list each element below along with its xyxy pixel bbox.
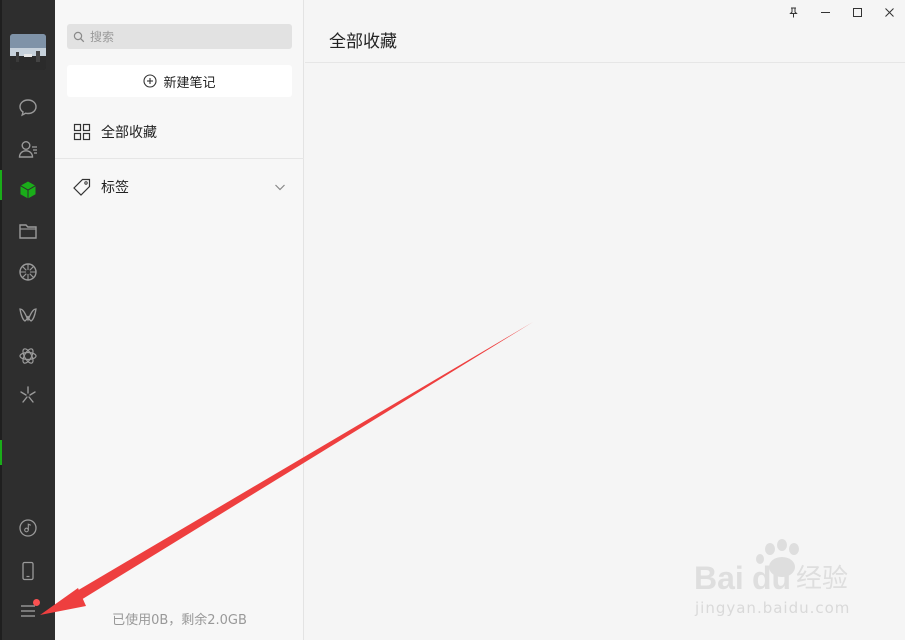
- search-placeholder: 搜索: [90, 30, 115, 44]
- mini-programs-icon[interactable]: [14, 342, 42, 370]
- avatar[interactable]: [10, 34, 46, 70]
- active-indicator: [0, 170, 2, 200]
- maximize-icon: [852, 7, 862, 17]
- minimize-icon: [820, 11, 830, 13]
- nav-tags-label: 标签: [101, 180, 129, 196]
- nav-tags[interactable]: 标签: [55, 167, 304, 207]
- notification-dot: [33, 599, 40, 606]
- new-note-label: 新建笔记: [163, 75, 216, 91]
- watermark-logo-a: Bai: [694, 560, 744, 596]
- favorites-panel: 搜索 新建笔记 全部收藏 标签 已使用0B，剩余2.0GB: [55, 0, 304, 640]
- files-icon[interactable]: [14, 217, 42, 245]
- close-button[interactable]: [873, 0, 905, 24]
- minimize-button[interactable]: [809, 0, 841, 24]
- new-note-button[interactable]: 新建笔记: [67, 65, 292, 97]
- grid-icon: [73, 123, 91, 141]
- app-window: 搜索 新建笔记 全部收藏 标签 已使用0B，剩余2.0GB 全部收藏 Bai d…: [0, 0, 905, 640]
- pin-button[interactable]: [777, 0, 809, 24]
- maximize-button[interactable]: [841, 0, 873, 24]
- search-input[interactable]: 搜索: [67, 24, 292, 49]
- watermark-logo-b: du: [752, 560, 791, 596]
- nav-all-favorites-label: 全部收藏: [101, 125, 157, 141]
- favorites-icon[interactable]: [14, 176, 42, 204]
- storage-usage: 已使用0B，剩余2.0GB: [112, 613, 247, 628]
- watermark-url: jingyan.baidu.com: [695, 599, 851, 617]
- close-icon: [884, 7, 894, 17]
- sidebar-rail: [0, 0, 55, 640]
- channels-icon[interactable]: [14, 301, 42, 329]
- contacts-icon[interactable]: [14, 135, 42, 163]
- rail-accent-lower: [0, 440, 2, 465]
- search-icon: [73, 31, 85, 42]
- avatar-image: [10, 34, 46, 70]
- divider: [55, 158, 304, 159]
- chat-icon[interactable]: [14, 94, 42, 122]
- music-icon[interactable]: [14, 514, 42, 542]
- phone-icon[interactable]: [14, 557, 42, 585]
- window-controls: [777, 0, 905, 24]
- title-divider: [305, 62, 905, 63]
- pin-icon: [788, 7, 798, 17]
- watermark-brand: 经验: [796, 564, 848, 594]
- rail-edge: [0, 0, 2, 640]
- moments-icon[interactable]: [14, 258, 42, 286]
- search-network-icon[interactable]: [14, 381, 42, 409]
- page-title: 全部收藏: [329, 32, 397, 52]
- nav-all-favorites[interactable]: 全部收藏: [55, 112, 304, 152]
- tag-icon: [73, 178, 91, 196]
- plus-circle-icon: [143, 74, 158, 88]
- chevron-down-icon[interactable]: [274, 181, 286, 193]
